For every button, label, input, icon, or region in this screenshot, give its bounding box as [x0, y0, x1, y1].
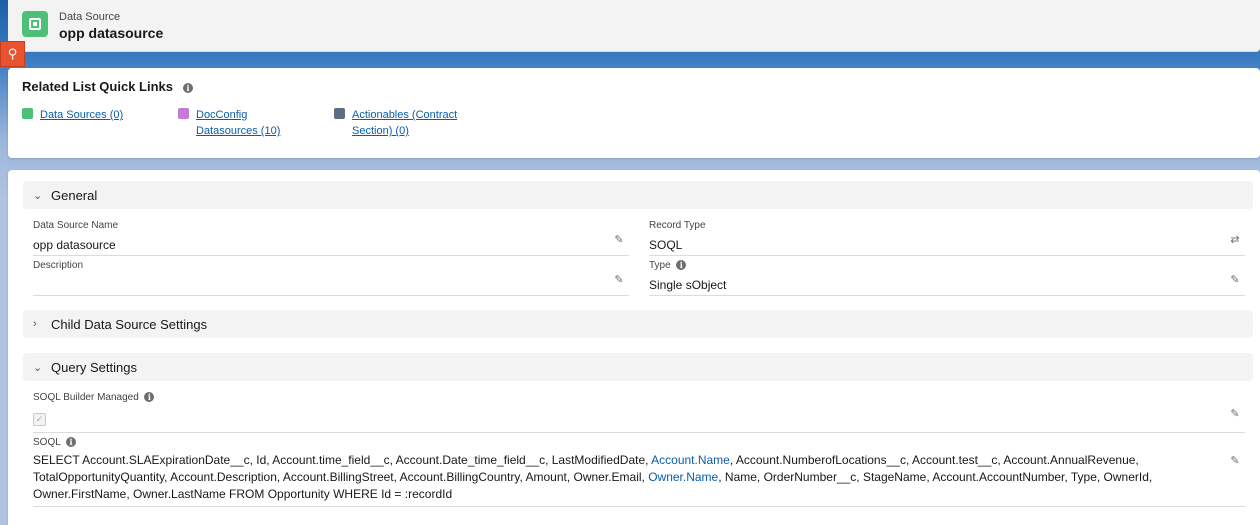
field-label: Record Type — [649, 220, 706, 231]
pencil-icon[interactable]: ✎ — [1229, 455, 1241, 467]
pencil-icon[interactable]: ✎ — [1229, 274, 1241, 286]
field-record-type: Record Type SOQL ⇄ — [649, 220, 1245, 256]
field-label: Type i — [649, 260, 1245, 273]
docconfig-icon — [178, 108, 189, 119]
info-icon[interactable]: i — [183, 83, 193, 93]
quick-link-actionables: Actionables (Contract Section) (0) — [334, 107, 472, 139]
info-icon[interactable]: i — [65, 437, 76, 448]
field-label: SOQL Builder Managed i — [33, 392, 1245, 405]
pencil-icon[interactable]: ✎ — [613, 234, 625, 246]
chevron-right-icon: › — [33, 318, 37, 330]
section-child-data-source-settings[interactable]: › Child Data Source Settings — [23, 310, 1253, 338]
quick-link-data-sources: Data Sources (0) — [22, 107, 150, 123]
info-icon[interactable]: i — [144, 392, 155, 403]
soql-query-value: SELECT Account.SLAExpirationDate__c, Id,… — [33, 453, 1153, 501]
pencil-icon[interactable]: ✎ — [1229, 408, 1241, 420]
field-value: SOQL — [649, 238, 683, 252]
search-icon[interactable]: ⚲ — [0, 41, 25, 67]
soql-builder-managed-checkbox: ✓ — [33, 413, 46, 426]
record-detail: ⌄ General Data Source Name opp datasourc… — [8, 170, 1260, 525]
info-icon[interactable]: i — [676, 260, 687, 271]
field-soql-builder-managed: SOQL Builder Managed i ✓ ✎ — [33, 392, 1245, 433]
section-child-title: Child Data Source Settings — [51, 316, 208, 332]
section-general[interactable]: ⌄ General — [23, 181, 1253, 209]
field-value: Single sObject — [649, 278, 727, 292]
field-label: Description — [33, 260, 84, 271]
section-general-title: General — [51, 187, 98, 203]
field-data-source-name: Data Source Name opp datasource ✎ — [33, 220, 629, 256]
datasource-icon — [22, 108, 33, 119]
chevron-down-icon: ⌄ — [33, 361, 43, 374]
object-type-label: Data Source — [59, 11, 121, 23]
wrench-icon — [334, 108, 345, 119]
pencil-icon[interactable]: ✎ — [613, 274, 625, 286]
related-list-quick-links: Related List Quick Links i Data Sources … — [8, 68, 1260, 158]
field-description: Description ✎ — [33, 260, 629, 296]
chevron-down-icon: ⌄ — [33, 189, 43, 202]
field-type: Type i Single sObject ✎ — [649, 260, 1245, 296]
owner-name-link[interactable]: Owner.Name — [648, 470, 718, 484]
quick-link-docconfig-datasources-link[interactable]: DocConfig Datasources (10) — [196, 107, 306, 139]
quick-link-docconfig-datasources: DocConfig Datasources (10) — [178, 107, 306, 139]
change-record-type-icon[interactable]: ⇄ — [1229, 234, 1241, 246]
field-value: opp datasource — [33, 238, 116, 252]
account-name-link[interactable]: Account.Name — [651, 453, 730, 467]
datasource-object-icon — [22, 11, 48, 37]
section-query-settings[interactable]: ⌄ Query Settings — [23, 353, 1253, 381]
quick-link-data-sources-link[interactable]: Data Sources (0) — [40, 107, 150, 123]
record-header: Data Source opp datasource — [8, 0, 1260, 52]
field-label: Data Source Name — [33, 220, 119, 231]
field-label: SOQL i — [33, 437, 1245, 450]
record-title: opp datasource — [59, 25, 164, 41]
quick-link-actionables-link[interactable]: Actionables (Contract Section) (0) — [352, 107, 472, 139]
field-soql: SOQL i SELECT Account.SLAExpirationDate_… — [33, 437, 1245, 507]
quick-links-title: Related List Quick Links — [22, 79, 173, 94]
section-query-title: Query Settings — [51, 359, 137, 375]
